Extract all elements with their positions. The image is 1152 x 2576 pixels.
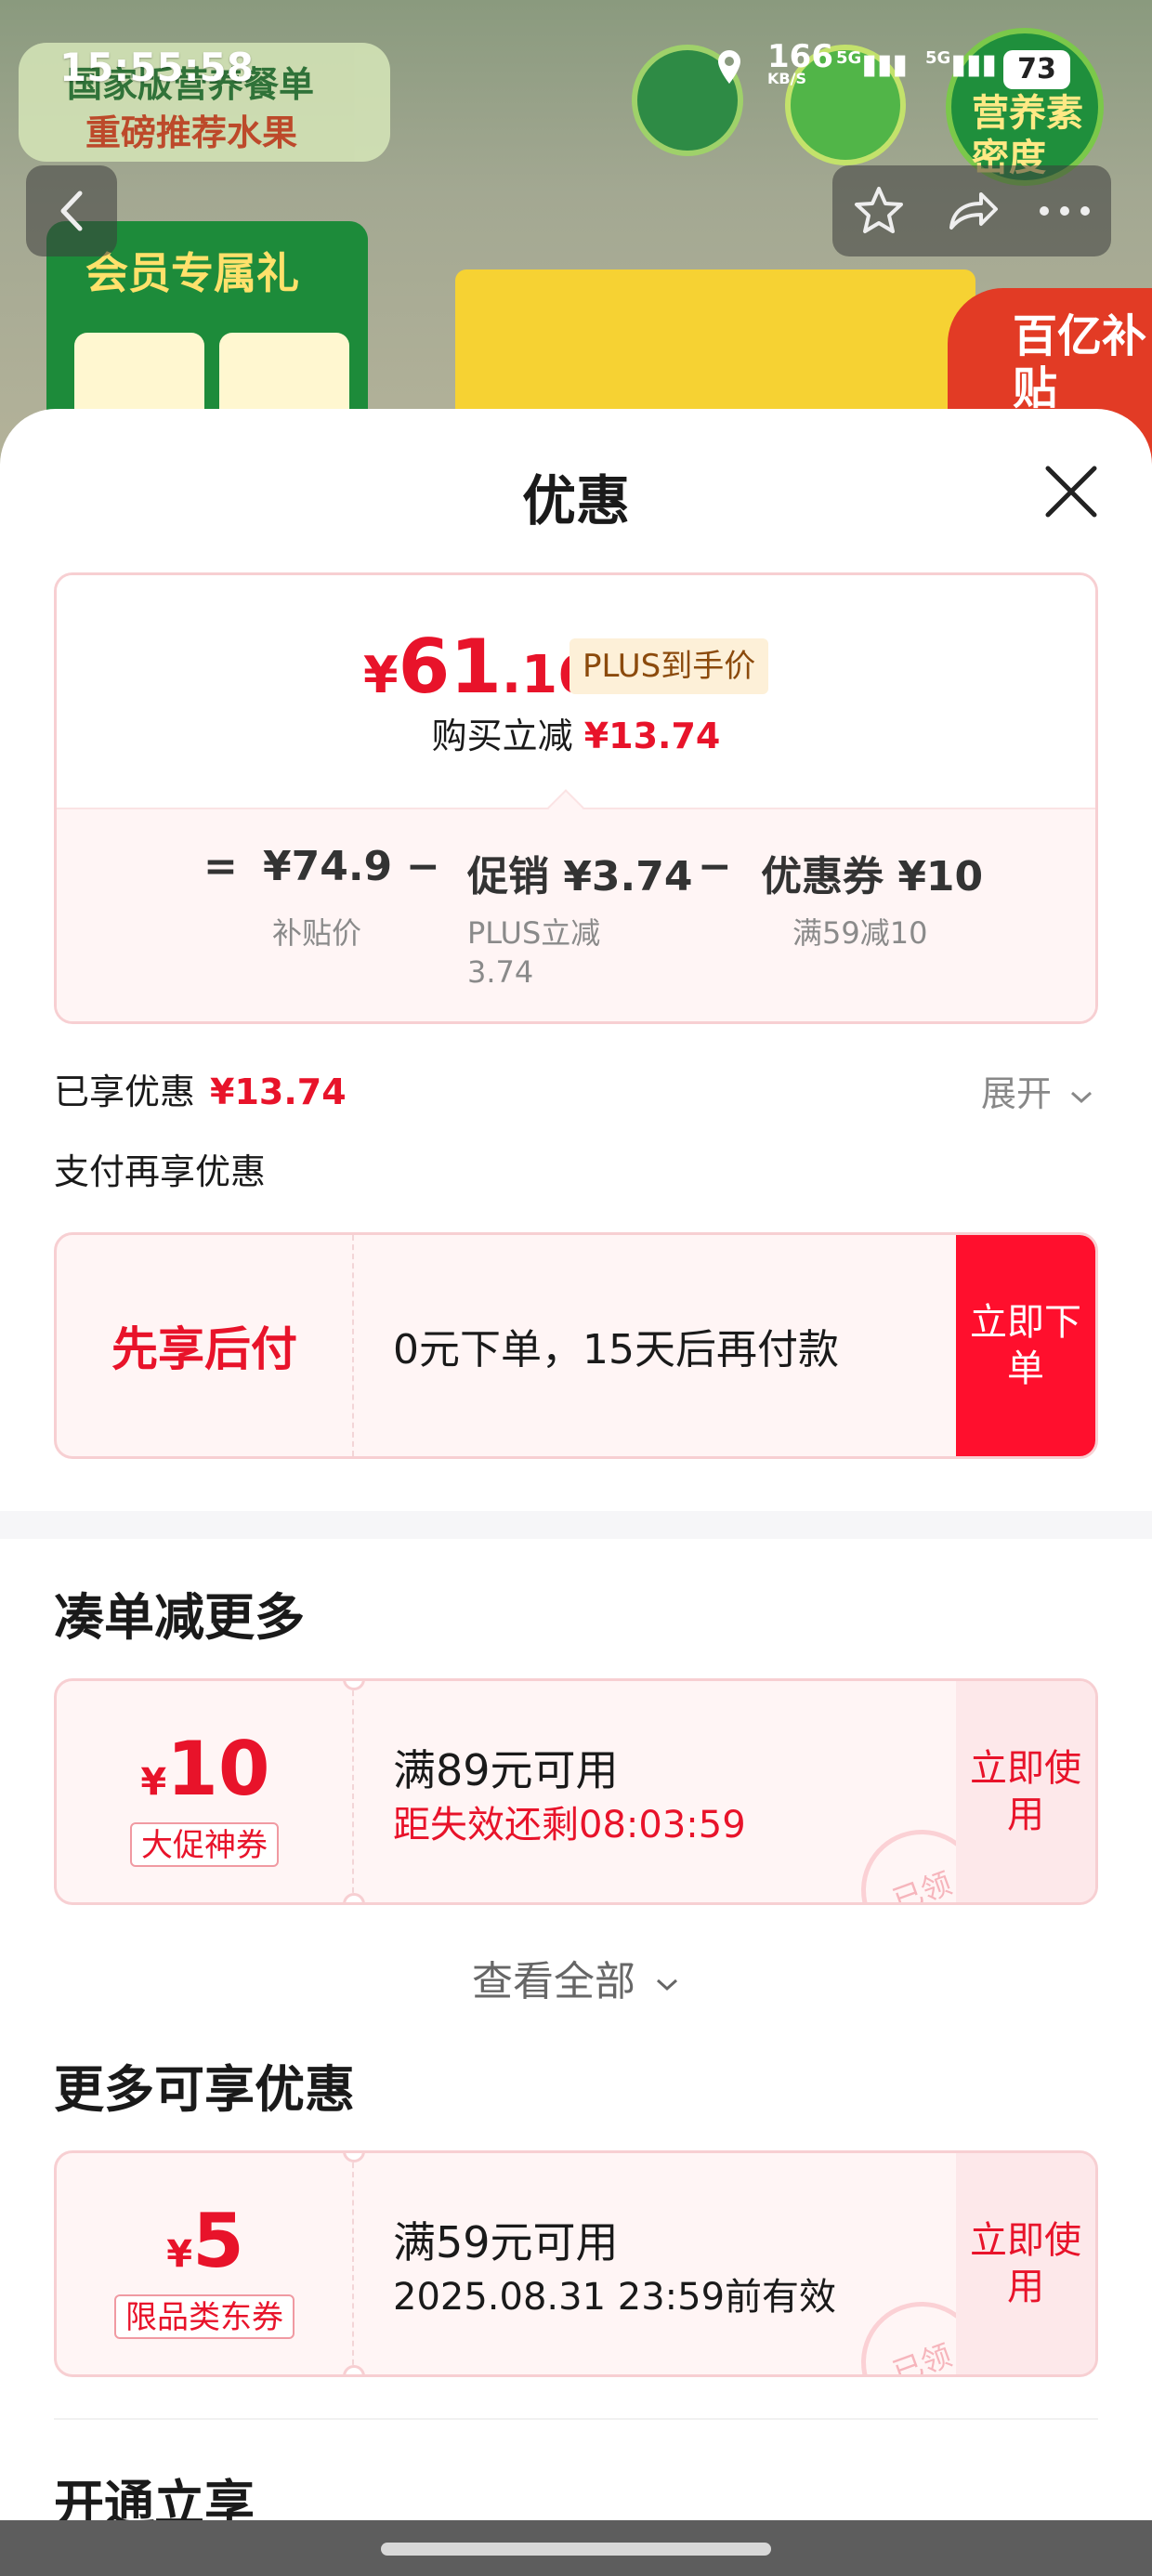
coupon-1-notch-bottom [343,1893,365,1902]
formula-minus-2: − [698,843,732,890]
pay-later-desc: 0元下单，15天后再付款 [393,1326,839,1373]
coupon-1-use-button[interactable]: 立即使用 [956,1681,1095,1902]
price-breakdown-card: ¥61.16 PLUS到手价 购买立减 ¥13.74 = ¥74.9 补贴价 − … [54,572,1098,1024]
promo-label-line-1: PLUS立减 [467,915,601,951]
coupon-1-condition: 满89元可用 [393,1745,619,1795]
formula-coupon: 优惠券 ¥10 [761,853,984,900]
coupon-1-value: ¥10 [57,1726,354,1812]
order-now-button[interactable]: 立即下单 [956,1235,1095,1456]
coupon-1-value-area: ¥10 大促神券 [57,1681,354,1902]
coupon-card-1[interactable]: ¥10 大促神券 满89元可用 距失效还剩08:03:59 已领 立即使用 [54,1678,1098,1905]
section-title-more-benefits: 更多可享优惠 [54,2060,355,2119]
coupon-1-amount: 10 [166,1726,270,1812]
coupon-2-currency: ¥ [166,2233,193,2276]
status-bar: 15:55:58 166 KB/S 5G▮▮▮ 5G▮▮▮ 73 [0,0,1152,130]
price-formula: = ¥74.9 补贴价 − 促销 ¥3.74 PLUS立减 3.74 − 优惠券… [57,789,1095,1021]
sim1-signal-icon: 5G▮▮▮ [836,48,908,81]
chevron-down-icon [1071,1091,1093,1103]
enjoyed-label: 已享优惠 [54,1071,196,1112]
back-button[interactable] [26,165,117,256]
network-speed: 166 KB/S [767,41,833,87]
formula-promo: 促销 ¥3.74 [467,853,693,900]
sim2-label: 5G [925,48,951,68]
formula-minus-1: − [406,843,440,890]
chevron-down-icon [656,1978,678,1991]
expand-label: 展开 [981,1073,1053,1114]
page: 国家版营养餐单 重磅推荐水果 营养素密度 会员专属礼 百亿补贴 15:55:58… [0,0,1152,2576]
coupon-2-amount: 5 [192,2198,244,2284]
enjoyed-discount: 已享优惠 ¥13.74 [54,1063,347,1114]
coupon-1-tag: 大促神券 [130,1822,279,1867]
favorite-button[interactable] [832,165,925,256]
pay-later-title: 先享后付 [57,1235,354,1456]
share-icon [949,192,998,230]
home-indicator[interactable] [381,2543,771,2556]
plus-price-tag: PLUS到手价 [569,638,769,694]
status-time: 15:55:58 [59,45,254,90]
coupon-2-value-area: ¥5 限品类东券 [57,2153,354,2374]
coupon-2-tag: 限品类东券 [114,2294,295,2339]
sim1-label: 5G [836,48,862,68]
coupon-1-currency: ¥ [140,1761,167,1804]
coupon-2-expiry: 2025.08.31 23:59前有效 [393,2276,837,2319]
sheet-title: 优惠 [521,469,630,532]
promo-label-line-2: 3.74 [467,954,534,990]
formula-base-price: ¥74.9 [263,843,393,890]
discount-sheet: 优惠 ¥61.16 PLUS到手价 购买立减 ¥13.74 = ¥74.9 补贴价… [0,409,1152,2576]
section-divider [0,1511,1152,1539]
sim2-signal-icon: 5G▮▮▮ [925,48,997,81]
more-dots-icon [1040,206,1090,216]
section-title-more-order: 凑单减更多 [54,1588,305,1647]
coupon-card-2[interactable]: ¥5 限品类东券 满59元可用 2025.08.31 23:59前有效 已领 立… [54,2150,1098,2377]
subsidy-label: 百亿补贴 [1013,310,1147,414]
purchase-reduction: 购买立减 ¥13.74 [57,707,1095,758]
coupon-1-countdown: 距失效还剩08:03:59 [393,1804,746,1847]
reduction-label: 购买立减 [431,716,573,756]
price-summary: ¥61.16 PLUS到手价 购买立减 ¥13.74 [57,575,1095,808]
price-integer: 61 [398,624,502,710]
location-icon [718,50,740,84]
top-toolbar [832,165,1111,256]
formula-promo-label: PLUS立减 3.74 [467,913,600,992]
view-all-button[interactable]: 查看全部 [0,1948,1152,2007]
coupon-2-condition: 满59元可用 [393,2217,619,2267]
price-currency: ¥ [363,646,399,704]
formula-coupon-label: 满59减10 [792,915,928,951]
pay-more-label: 支付再享优惠 [54,1151,267,1192]
expand-button[interactable]: 展开 [981,1065,1094,1116]
coupon-2-value: ¥5 [57,2198,354,2284]
share-button[interactable] [925,165,1018,256]
close-icon[interactable] [1039,459,1104,524]
more-button[interactable] [1018,165,1111,256]
formula-equals: = [203,843,238,890]
final-price: ¥61.16 [363,624,594,710]
view-all-label: 查看全部 [472,1958,635,2005]
star-icon [855,187,903,233]
chevron-left-icon [60,191,83,231]
coupon-2-notch-bottom [343,2365,365,2374]
battery-icon: 73 [1003,50,1070,89]
reduction-amount: ¥13.74 [583,716,721,756]
navigation-gesture-bar [0,2520,1152,2576]
content-divider [54,2418,1098,2420]
pay-later-card[interactable]: 先享后付 0元下单，15天后再付款 立即下单 [54,1232,1098,1459]
member-gift-title: 会员专属礼 [85,248,299,298]
formula-base-label: 补贴价 [272,915,362,951]
enjoyed-amount: ¥13.74 [210,1071,347,1112]
coupon-2-use-button[interactable]: 立即使用 [956,2153,1095,2374]
